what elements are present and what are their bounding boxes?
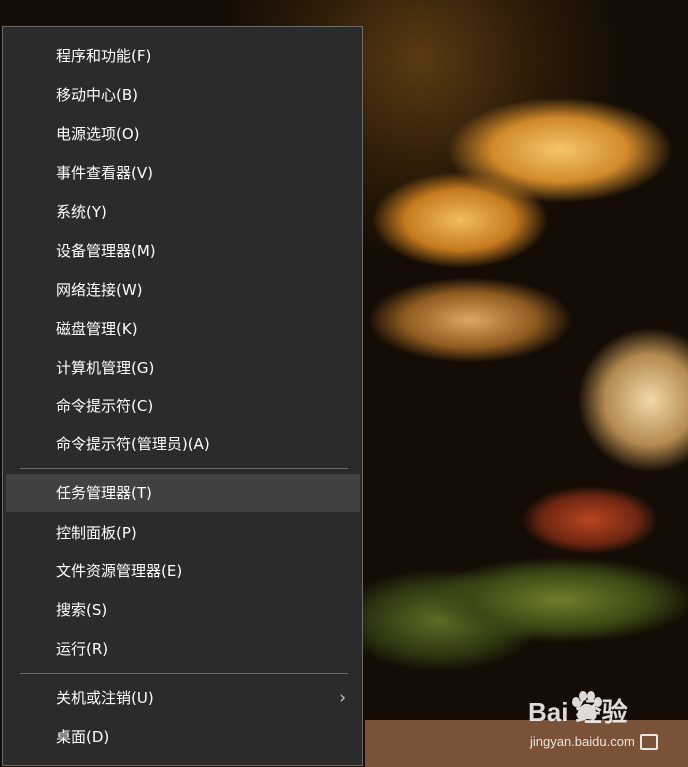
- menu-item-label: 搜索(S): [56, 601, 108, 619]
- menu-item-label: 移动中心(B): [56, 86, 138, 104]
- menu-item-device-manager[interactable]: 设备管理器(M): [6, 232, 360, 270]
- menu-item-label: 任务管理器(T): [56, 484, 152, 502]
- menu-item-computer-management[interactable]: 计算机管理(G): [6, 349, 360, 387]
- winx-context-menu: 程序和功能(F) 移动中心(B) 电源选项(O) 事件查看器(V) 系统(Y) …: [2, 26, 363, 766]
- menu-item-label: 程序和功能(F): [56, 47, 152, 65]
- menu-item-label: 命令提示符(C): [56, 397, 154, 415]
- menu-item-label: 运行(R): [56, 640, 109, 658]
- menu-item-run[interactable]: 运行(R): [6, 630, 360, 668]
- menu-item-power-options[interactable]: 电源选项(O): [6, 115, 360, 153]
- baidu-jingyan-watermark: Bai 经验 jingyan.baidu.com: [528, 691, 678, 757]
- menu-item-label: 系统(Y): [56, 203, 107, 221]
- menu-item-desktop[interactable]: 桌面(D): [6, 718, 360, 756]
- menu-separator: [20, 673, 348, 674]
- menu-item-programs-features[interactable]: 程序和功能(F): [6, 37, 360, 75]
- menu-item-shutdown-signout[interactable]: 关机或注销(U) ›: [6, 679, 360, 717]
- menu-item-system[interactable]: 系统(Y): [6, 193, 360, 231]
- menu-item-file-explorer[interactable]: 文件资源管理器(E): [6, 552, 360, 590]
- chevron-right-icon: ›: [339, 688, 346, 708]
- menu-item-control-panel[interactable]: 控制面板(P): [6, 514, 360, 552]
- menu-item-event-viewer[interactable]: 事件查看器(V): [6, 154, 360, 192]
- menu-item-label: 命令提示符(管理员)(A): [56, 435, 210, 453]
- watermark-url: jingyan.baidu.com: [530, 734, 635, 749]
- menu-item-label: 事件查看器(V): [56, 164, 153, 182]
- paw-icon: [572, 691, 602, 720]
- menu-item-search[interactable]: 搜索(S): [6, 591, 360, 629]
- menu-item-command-prompt-admin[interactable]: 命令提示符(管理员)(A): [6, 425, 360, 463]
- menu-item-task-manager[interactable]: 任务管理器(T): [6, 474, 360, 512]
- menu-item-command-prompt[interactable]: 命令提示符(C): [6, 387, 360, 425]
- menu-item-label: 控制面板(P): [56, 524, 137, 542]
- menu-item-label: 网络连接(W): [56, 281, 143, 299]
- menu-item-label: 文件资源管理器(E): [56, 562, 183, 580]
- menu-item-label: 设备管理器(M): [56, 242, 156, 260]
- menu-item-label: 电源选项(O): [56, 125, 140, 143]
- menu-item-label: 计算机管理(G): [56, 359, 155, 377]
- menu-item-mobility-center[interactable]: 移动中心(B): [6, 76, 360, 114]
- menu-item-label: 桌面(D): [56, 728, 110, 746]
- menu-item-label: 磁盘管理(K): [56, 320, 138, 338]
- menu-item-disk-management[interactable]: 磁盘管理(K): [6, 310, 360, 348]
- menu-item-label: 关机或注销(U): [56, 689, 154, 707]
- menu-item-network-connections[interactable]: 网络连接(W): [6, 271, 360, 309]
- menu-separator: [20, 468, 348, 469]
- fullscreen-icon: [640, 734, 658, 750]
